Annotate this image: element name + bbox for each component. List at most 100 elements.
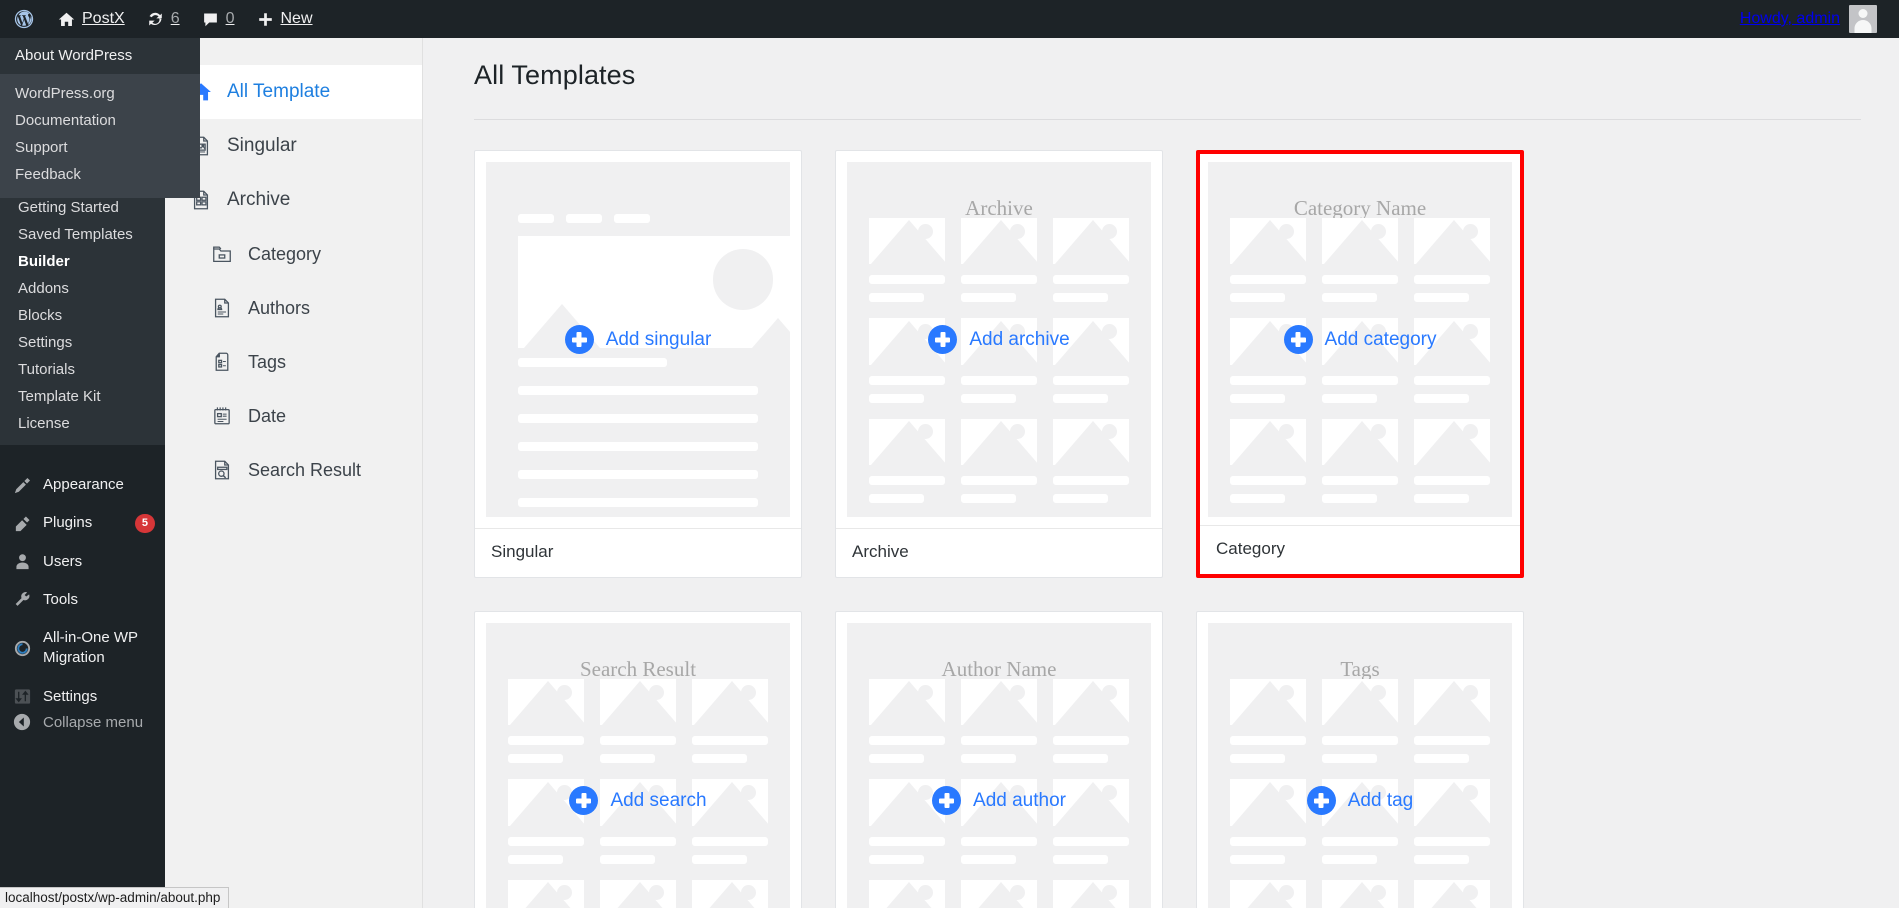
comments-button[interactable]: 0 [191, 0, 246, 38]
template-nav-item-tags[interactable]: Tags [165, 335, 422, 389]
template-nav-item-all-template[interactable]: All Template [165, 65, 422, 119]
template-card[interactable]: Category Name Add category Category [1196, 150, 1524, 578]
user-avatar-icon [1849, 5, 1877, 33]
template-card-preview: Archive Add archive [847, 162, 1151, 517]
postx-menu-item-label: Settings [18, 334, 73, 351]
admin-bar-left: PostX 6 0 New [0, 0, 324, 38]
add-template-button[interactable]: Add tag [1208, 623, 1512, 908]
add-template-button[interactable]: Add search [486, 623, 790, 908]
template-nav-item-date[interactable]: Date [165, 389, 422, 443]
admin-menu-item-all-in-one-wp-migration[interactable]: All-in-One WP Migration [0, 619, 165, 678]
template-card-preview: Category Name Add category [1208, 162, 1512, 517]
add-template-button[interactable]: Add archive [847, 162, 1151, 517]
about-link-label: Feedback [15, 166, 81, 183]
about-wordpress-header[interactable]: About WordPress [0, 38, 200, 74]
postx-menu-item-license[interactable]: License [0, 410, 165, 437]
about-link-label: Support [15, 139, 68, 156]
admin-menu-item-label: Tools [43, 590, 79, 608]
template-card[interactable]: Author Name Add author [835, 611, 1163, 908]
add-template-button[interactable]: Add author [847, 623, 1151, 908]
plus-icon [257, 11, 274, 28]
postx-menu-item-label: Template Kit [18, 388, 101, 405]
wrench-icon [11, 590, 33, 609]
postx-menu-item-label: Tutorials [18, 361, 75, 378]
plugins-update-badge: 5 [134, 514, 155, 533]
user-icon [11, 552, 33, 571]
about-link-label: Documentation [15, 112, 116, 129]
template-nav-item-singular[interactable]: Singular [165, 119, 422, 173]
template-card-footer-label: Singular [475, 528, 801, 577]
plug-icon [11, 514, 33, 533]
postx-menu-item-label: Blocks [18, 307, 63, 324]
admin-menu-item-users[interactable]: Users [0, 543, 165, 581]
template-nav-item-label: All Template [227, 81, 331, 102]
add-template-label: Add author [973, 789, 1066, 811]
about-link-wordpress-org[interactable]: WordPress.org [0, 80, 200, 107]
about-wordpress-flyout: About WordPress WordPress.org Documentati… [0, 38, 200, 198]
postx-menu-item-saved-templates[interactable]: Saved Templates [0, 221, 165, 248]
template-card-preview: Tags Add tag [1208, 623, 1512, 908]
admin-menu-item-label: All-in-One WP Migration [43, 629, 138, 667]
wordpress-logo-button[interactable] [0, 0, 47, 38]
postx-menu-item-label: Saved Templates [18, 226, 133, 243]
template-nav-item-label: Singular [227, 135, 297, 156]
postx-menu-item-tutorials[interactable]: Tutorials [0, 356, 165, 383]
add-template-label: Add category [1324, 328, 1437, 350]
template-nav-item-label: Date [248, 405, 287, 426]
calendar-icon [210, 405, 234, 427]
template-nav-item-label: Authors [248, 297, 311, 318]
postx-menu-item-addons[interactable]: Addons [0, 275, 165, 302]
admin-menu-item-plugins[interactable]: Plugins 5 [0, 504, 165, 542]
howdy-account-menu[interactable]: Howdy, admin [1732, 5, 1885, 33]
brush-icon [11, 476, 33, 495]
page-title: All Templates [474, 60, 636, 90]
admin-menu-item-appearance[interactable]: Appearance [0, 466, 165, 504]
template-card[interactable]: Tags Add tag [1196, 611, 1524, 908]
home-icon [58, 11, 75, 28]
plus-circle-icon [1283, 325, 1313, 354]
template-card-preview: Author Name Add author [847, 623, 1151, 908]
postx-menu-item-getting-started[interactable]: Getting Started [0, 194, 165, 221]
comment-bubble-icon [202, 11, 219, 28]
add-template-button[interactable]: Add category [1208, 162, 1512, 517]
template-card[interactable]: Search Result Add search [474, 611, 802, 908]
template-nav-item-label: Tags [248, 351, 287, 372]
postx-menu-item-label: Builder [18, 253, 70, 270]
add-template-button[interactable]: Add singular [486, 162, 790, 517]
template-card-footer-label: Archive [836, 528, 1162, 577]
author-card-icon [210, 297, 234, 319]
template-card[interactable]: Archive Add archive Archive [835, 150, 1163, 578]
postx-menu-item-blocks[interactable]: Blocks [0, 302, 165, 329]
template-nav-item-category[interactable]: Category [165, 227, 422, 281]
updates-icon [147, 11, 164, 28]
main-content: All Templates Add singular Singular Archiv… [423, 38, 1899, 908]
add-template-label: Add singular [605, 328, 712, 350]
about-link-documentation[interactable]: Documentation [0, 107, 200, 134]
postx-menu-item-builder[interactable]: Builder [0, 248, 165, 275]
site-name-button[interactable]: PostX [47, 0, 136, 38]
postx-menu-item-settings[interactable]: Settings [0, 329, 165, 356]
template-card[interactable]: Add singular Singular [474, 150, 802, 578]
admin-menu-item-label: Users [43, 552, 83, 570]
about-link-support[interactable]: Support [0, 134, 200, 161]
postx-menu-item-template-kit[interactable]: Template Kit [0, 383, 165, 410]
template-card-grid: Add singular Singular Archive Add archive Ar… [423, 120, 1899, 908]
template-nav-item-search-result[interactable]: Search Result [165, 443, 422, 497]
template-nav-item-label: Category [248, 243, 322, 264]
site-name-label: PostX [82, 10, 125, 27]
template-card-preview: Add singular [486, 162, 790, 517]
updates-button[interactable]: 6 [136, 0, 191, 38]
postx-menu-item-label: Getting Started [18, 199, 119, 216]
admin-menu-main: Appearance Plugins 5 Users Tools All-in-One W… [0, 466, 165, 716]
template-nav-item-archive[interactable]: Archive [165, 173, 422, 227]
admin-bar: PostX 6 0 New Howdy, admin [0, 0, 1899, 38]
about-link-feedback[interactable]: Feedback [0, 161, 200, 188]
collapse-menu-button[interactable]: Collapse menu [0, 704, 165, 740]
new-content-button[interactable]: New [246, 0, 324, 38]
comments-count: 0 [225, 10, 235, 27]
add-template-label: Add search [610, 789, 707, 811]
new-content-label: New [280, 10, 313, 27]
admin-menu-item-tools[interactable]: Tools [0, 581, 165, 619]
template-nav-item-authors[interactable]: Authors [165, 281, 422, 335]
add-template-label: Add tag [1347, 789, 1414, 811]
